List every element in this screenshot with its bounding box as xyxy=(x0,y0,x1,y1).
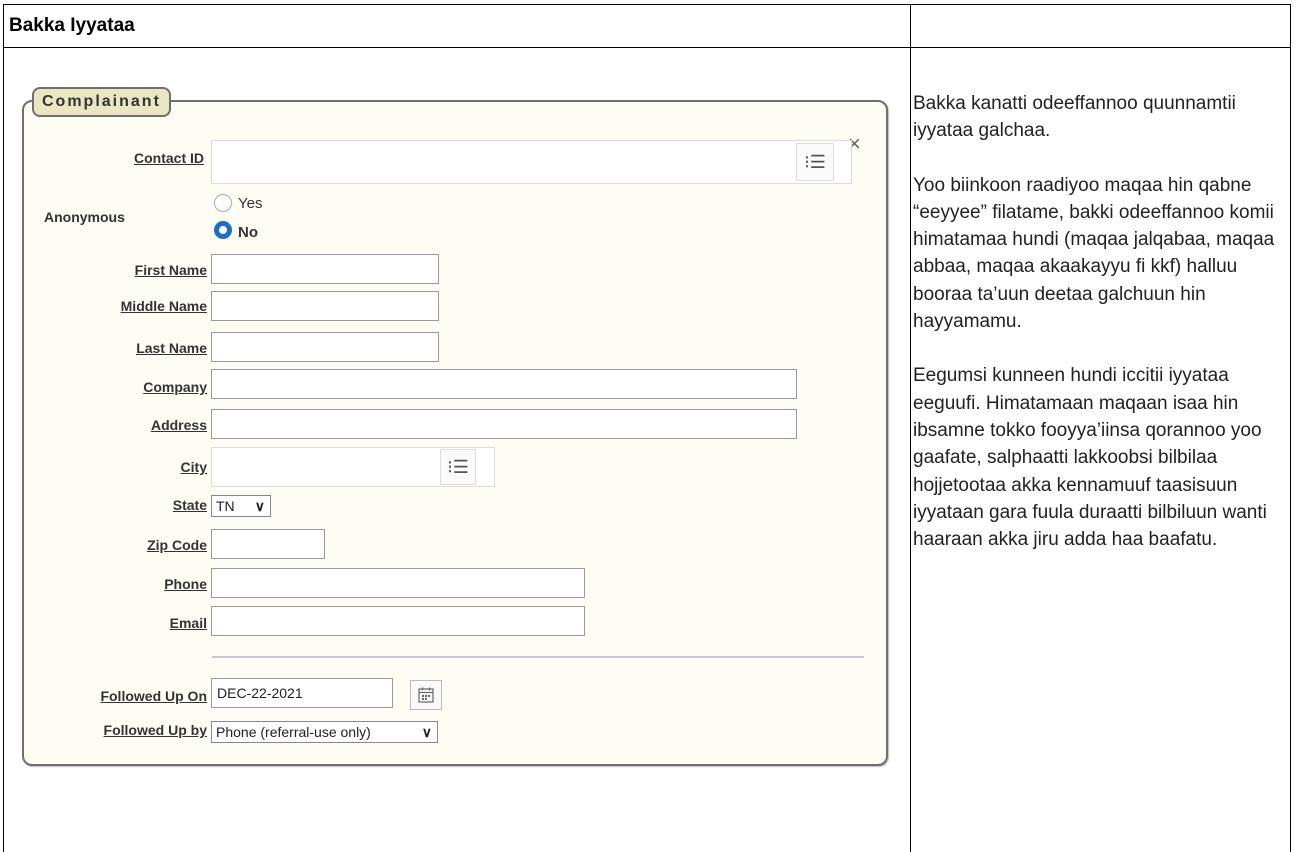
last-name-field[interactable] xyxy=(211,332,439,362)
anonymous-yes-label: Yes xyxy=(238,195,263,212)
state-label[interactable]: State xyxy=(60,497,207,513)
followed-up-by-label[interactable]: Followed Up by xyxy=(30,722,207,738)
address-label[interactable]: Address xyxy=(60,417,207,433)
address-field[interactable] xyxy=(211,409,797,439)
instruction-paragraph-2: Yoo biinkoon raadiyoo maqaa hin qabne “e… xyxy=(913,174,1275,333)
anonymous-no-radio[interactable] xyxy=(214,221,232,239)
zip-code-label[interactable]: Zip Code xyxy=(60,537,207,553)
followed-up-on-label[interactable]: Followed Up On xyxy=(30,688,207,704)
contact-lookup-icon[interactable]: ⁝☰ xyxy=(796,143,834,181)
company-field[interactable] xyxy=(211,369,797,399)
header-row: Bakka Iyyataa xyxy=(4,5,1290,48)
followed-up-by-select[interactable]: Phone (referral-use only) ∨ xyxy=(211,721,438,743)
page-title: Bakka Iyyataa xyxy=(9,15,135,36)
anonymous-no-label: No xyxy=(238,224,258,241)
first-name-label[interactable]: First Name xyxy=(60,262,207,278)
followed-up-by-value: Phone (referral-use only) xyxy=(216,724,371,740)
zip-code-field[interactable] xyxy=(211,529,325,559)
phone-label[interactable]: Phone xyxy=(60,576,207,592)
middle-name-label[interactable]: Middle Name xyxy=(60,298,207,314)
chevron-down-icon: ∨ xyxy=(254,498,265,514)
state-select[interactable]: TN ∨ xyxy=(211,495,271,517)
last-name-label[interactable]: Last Name xyxy=(60,340,207,356)
instruction-paragraph-3: Eegumsi kunneen hundi iccitii iyyataa ee… xyxy=(913,365,1267,551)
anonymous-label: Anonymous xyxy=(44,209,125,225)
chevron-down-icon: ∨ xyxy=(421,724,432,740)
column-divider xyxy=(910,5,911,852)
complainant-legend: Complainant xyxy=(32,87,171,117)
first-name-field[interactable] xyxy=(211,254,439,284)
anonymous-yes-radio[interactable] xyxy=(214,194,232,212)
company-label[interactable]: Company xyxy=(60,379,207,395)
instruction-paragraph-1: Bakka kanatti odeeffannoo quunnamtii iyy… xyxy=(913,93,1236,142)
instructions-column: Bakka kanatti odeeffannoo quunnamtii iyy… xyxy=(913,90,1288,580)
middle-name-field[interactable] xyxy=(211,291,439,321)
contact-id-field[interactable] xyxy=(211,140,852,184)
calendar-icon[interactable] xyxy=(410,680,442,710)
state-value: TN xyxy=(216,498,235,514)
city-lookup-icon[interactable]: ⁝☰ xyxy=(440,449,476,485)
section-divider xyxy=(212,656,864,658)
followed-up-on-field[interactable]: DEC-22-2021 xyxy=(211,678,393,708)
city-label[interactable]: City xyxy=(60,459,207,475)
email-label[interactable]: Email xyxy=(60,615,207,631)
email-field[interactable] xyxy=(211,606,585,636)
phone-field[interactable] xyxy=(211,568,585,598)
contact-id-label[interactable]: Contact ID xyxy=(60,150,204,166)
